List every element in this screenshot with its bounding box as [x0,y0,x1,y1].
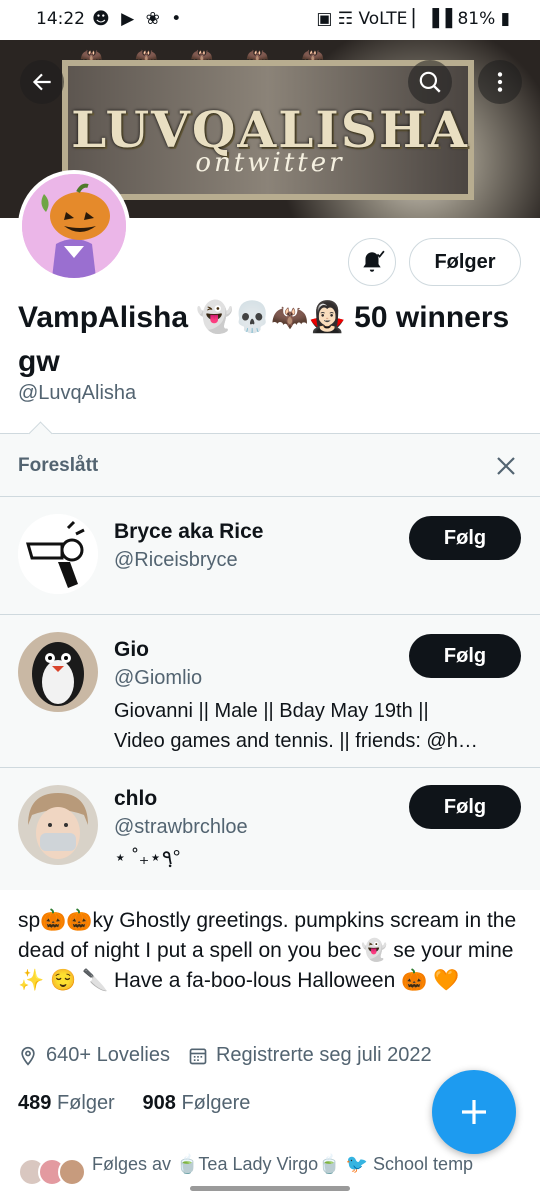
suggestion-avatar[interactable] [18,514,98,594]
close-icon[interactable] [494,454,518,478]
pumpkin-avatar-image [22,174,126,278]
status-notification-icons: ☻ ▶ ❀ • [92,9,185,29]
profile-handle: @LuvqAlisha [18,382,137,404]
back-arrow-icon [32,73,51,91]
status-system-icons: ▣ ☶ VoLTE ▏▐▐ 81% ▮ [316,9,510,29]
suggestion-handle: @strawbrchloe [114,816,248,838]
suggestions-header: Foreslått [0,434,540,497]
suggestions-panel: Foreslått Bryce aka Rice @Riceisbryce Fø… [0,433,540,890]
search-icon [419,71,441,93]
suggestion-bio: Giovanni || Male || Bday May 19th || [114,700,429,722]
follow-button[interactable]: Følg [409,634,521,678]
plus-icon [462,1100,486,1124]
search-button[interactable] [408,60,452,104]
calendar-icon [189,1048,207,1064]
suggestion-handle: @Giomlio [114,667,203,689]
suggestion-avatar[interactable] [18,785,98,865]
more-vertical-icon [497,72,503,92]
profile-bio: sp🎃🎃ky Ghostly greetings. pumpkins screa… [18,909,517,992]
profile-display-name: VampAlisha 👻💀🦇🧛🏻‍♀️ 50 winners gw [18,301,510,378]
compose-tweet-button[interactable] [432,1070,516,1154]
profile-stats: 489 Følger 908 Følgere [18,1092,250,1115]
following-label: Følger [56,1092,115,1114]
profile-meta: 640+ Lovelies Registrerte seg juli 2022 [18,1044,528,1067]
followed-by-text: Følges av 🍵Tea Lady Virgo🍵 🐦 School temp [92,1154,474,1174]
suggestion-bio-line2: Video games and tennis. || friends: @h… [114,730,478,752]
suggestion-item-gio[interactable]: Gio @Giomlio Giovanni || Male || Bday Ma… [0,614,540,768]
followers-count: 908 [142,1092,176,1114]
joined-text: Registrerte seg juli 2022 [215,1044,432,1066]
suggestion-item-chlo[interactable]: chlo @strawbrchloe ⋆ ˚₊⋆٩ฺ° Følg [0,767,540,890]
following-count: 489 [18,1092,52,1114]
suggestions-title: Foreslått [18,455,99,476]
following-stat[interactable]: 489 Følger [18,1092,115,1114]
followers-stat[interactable]: 908 Følgere [143,1092,251,1114]
notifications-toggle-button[interactable] [348,238,396,286]
person-avatar-image [18,785,98,865]
joined-item: Registrerte seg juli 2022 [188,1044,432,1067]
following-button[interactable]: Følger [409,238,521,286]
follow-button[interactable]: Følg [409,516,521,560]
follow-button[interactable]: Følg [409,785,521,829]
status-time: 14:22 [36,9,85,29]
suggestion-name[interactable]: Bryce aka Rice [114,520,263,544]
more-options-button[interactable] [478,60,522,104]
location-item: 640+ Lovelies [18,1044,170,1067]
followed-by[interactable]: Følges av 🍵Tea Lady Virgo🍵 🐦 School temp [18,1152,518,1186]
suggestion-bio: ⋆ ˚₊⋆٩ฺ° [114,847,181,869]
penguin-avatar-image [18,632,98,712]
cartoon-avatar-image [18,514,98,594]
status-bar: 14:22 ☻ ▶ ❀ • ▣ ☶ VoLTE ▏▐▐ 81% ▮ [0,0,540,40]
followed-by-avatars [18,1158,86,1186]
location-pin-icon [21,1046,35,1066]
back-button[interactable] [20,60,64,104]
suggestion-avatar[interactable] [18,632,98,712]
followers-label: Følgere [181,1092,251,1114]
suggestion-handle: @Riceisbryce [114,549,238,571]
home-indicator[interactable] [190,1186,350,1191]
profile-avatar[interactable] [18,170,130,282]
suggestion-name[interactable]: chlo [114,787,157,811]
bell-check-icon [363,250,385,272]
location-text: 640+ Lovelies [46,1044,170,1066]
suggestion-name[interactable]: Gio [114,638,149,662]
suggestion-item-bryce[interactable]: Bryce aka Rice @Riceisbryce Følg [0,496,540,615]
